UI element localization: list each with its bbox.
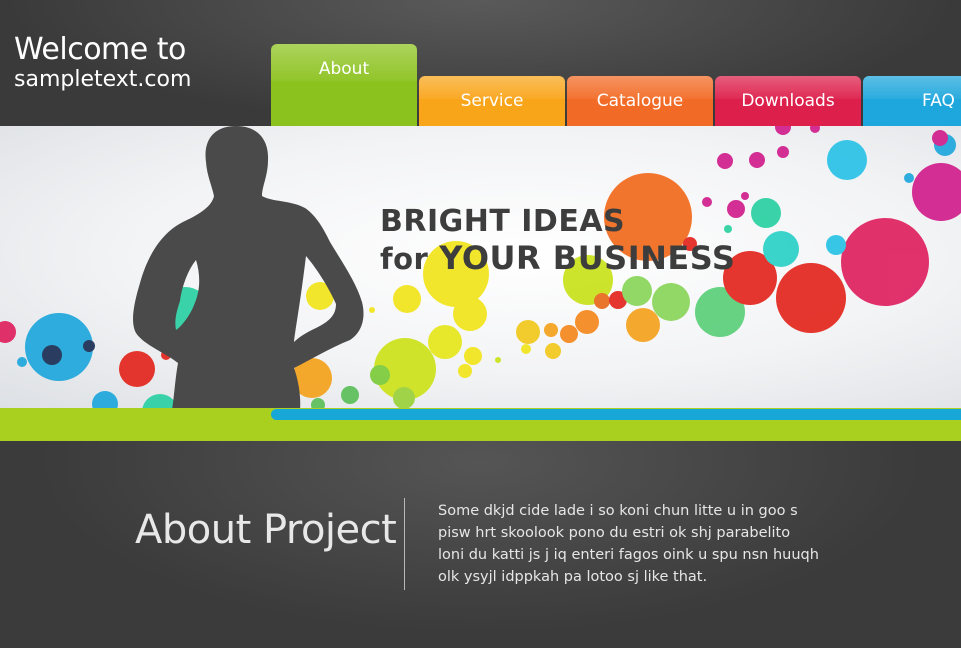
section-title: About Project xyxy=(135,507,397,553)
site-logo[interactable]: Welcome to sampletext.com xyxy=(14,34,191,94)
bubble xyxy=(393,285,421,313)
headline-line-1: BRIGHT IDEAS xyxy=(380,204,626,239)
bubble xyxy=(369,307,375,313)
tab-downloads-label: Downloads xyxy=(741,91,835,111)
bubble xyxy=(777,146,789,158)
bubble xyxy=(341,386,359,404)
bubble xyxy=(0,321,16,343)
bubble xyxy=(25,313,93,381)
bubble xyxy=(560,325,578,343)
bubble xyxy=(751,198,781,228)
about-description: Some dkjd cide lade i so koni chun litte… xyxy=(438,500,858,588)
bubble xyxy=(763,231,799,267)
description-line: Some dkjd cide lade i so koni chun litte… xyxy=(438,503,798,519)
bubble xyxy=(717,153,733,169)
bubble xyxy=(453,297,487,331)
bubble xyxy=(545,343,561,359)
bubble xyxy=(652,283,690,321)
bubble xyxy=(932,130,948,146)
bubble xyxy=(622,276,652,306)
description-line: pisw hrt skoolook pono du estri ok shj p… xyxy=(438,525,791,541)
vertical-divider xyxy=(404,498,405,590)
tab-about[interactable]: About xyxy=(271,44,417,126)
tab-about-label: About xyxy=(318,59,370,79)
bubble xyxy=(42,345,62,365)
bubble xyxy=(749,152,765,168)
bubble xyxy=(83,340,95,352)
banner-headline: BRIGHT IDEAS for YOUR BUSINESS xyxy=(380,204,735,278)
bubble xyxy=(594,293,610,309)
tab-faq[interactable]: FAQ xyxy=(863,76,961,126)
hero-banner: BRIGHT IDEAS for YOUR BUSINESS xyxy=(0,126,961,410)
bubble xyxy=(428,325,462,359)
bubble xyxy=(904,173,914,183)
bubble xyxy=(912,163,961,221)
description-line: loni du katti js j iq enteri fagos oink … xyxy=(438,547,819,563)
tab-faq-label: FAQ xyxy=(922,91,955,111)
bubble xyxy=(810,126,820,133)
bubble xyxy=(827,140,867,180)
logo-line-1: Welcome to xyxy=(14,32,186,67)
bubble xyxy=(119,351,155,387)
bubble xyxy=(17,357,27,367)
tab-downloads[interactable]: Downloads xyxy=(715,76,861,126)
bubble xyxy=(544,323,558,337)
bubble xyxy=(393,387,415,409)
headline-line-2: for YOUR BUSINESS xyxy=(380,240,735,278)
description-line: olk ysyjl idppkah pa lotoo sj like that. xyxy=(438,569,708,585)
bubble xyxy=(370,365,390,385)
bubble xyxy=(575,310,599,334)
bubble xyxy=(626,308,660,342)
headline-for: for xyxy=(380,242,429,276)
bubble xyxy=(458,364,472,378)
tab-catalogue[interactable]: Catalogue xyxy=(567,76,713,126)
tab-catalogue-label: Catalogue xyxy=(596,91,684,111)
bubble xyxy=(841,218,929,306)
blue-stripe xyxy=(271,409,961,420)
headline-rest: YOUR BUSINESS xyxy=(439,239,736,277)
bubble xyxy=(826,235,846,255)
bubble xyxy=(495,357,501,363)
logo-line-2: sampletext.com xyxy=(14,67,192,92)
tab-service-label: Service xyxy=(460,91,524,111)
bubble xyxy=(516,320,540,344)
bubble xyxy=(776,263,846,333)
bubble xyxy=(521,344,531,354)
bubble xyxy=(464,347,482,365)
bubble xyxy=(775,126,791,135)
bubble xyxy=(741,192,749,200)
tab-service[interactable]: Service xyxy=(419,76,565,126)
